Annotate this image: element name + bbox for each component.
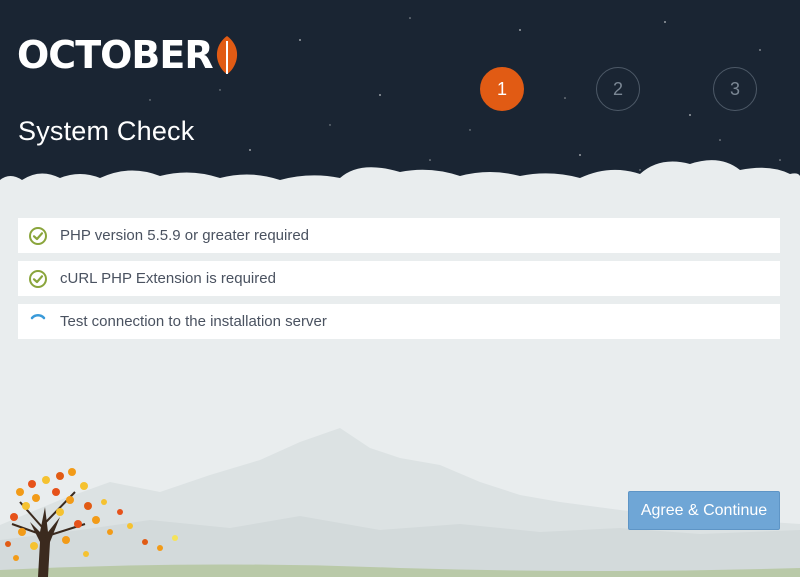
check-item-label: Test connection to the installation serv… bbox=[60, 313, 327, 330]
check-item-server-connection: Test connection to the installation serv… bbox=[18, 304, 780, 339]
spinner-icon bbox=[29, 313, 47, 331]
october-logo: OCTOBER bbox=[17, 34, 240, 76]
check-item-curl-extension: cURL PHP Extension is required bbox=[18, 261, 780, 296]
system-check-list: PHP version 5.5.9 or greater required cU… bbox=[18, 218, 780, 347]
check-item-label: cURL PHP Extension is required bbox=[60, 270, 276, 287]
clouds-decoration bbox=[0, 160, 800, 200]
check-item-label: PHP version 5.5.9 or greater required bbox=[60, 227, 310, 244]
wizard-steps: 1 2 3 bbox=[480, 67, 760, 111]
page-title: System Check bbox=[18, 116, 195, 146]
step-2-number: 2 bbox=[612, 78, 623, 99]
header: OCTOBER 1 2 3 System Check bbox=[0, 0, 800, 200]
step-2: 2 bbox=[596, 67, 640, 111]
check-circle-icon bbox=[29, 226, 47, 245]
check-item-php-version: PHP version 5.5.9 or greater required bbox=[18, 218, 780, 253]
logo-text: OCTOBER bbox=[17, 33, 214, 77]
agree-continue-button[interactable]: Agree & Continue bbox=[628, 491, 780, 530]
autumn-tree-illustration bbox=[5, 468, 178, 577]
step-1-number: 1 bbox=[496, 78, 507, 99]
leaf-icon bbox=[216, 36, 237, 74]
check-circle-icon bbox=[29, 269, 47, 288]
step-1: 1 bbox=[480, 67, 524, 111]
step-3-number: 3 bbox=[729, 78, 740, 99]
step-3: 3 bbox=[713, 67, 757, 111]
